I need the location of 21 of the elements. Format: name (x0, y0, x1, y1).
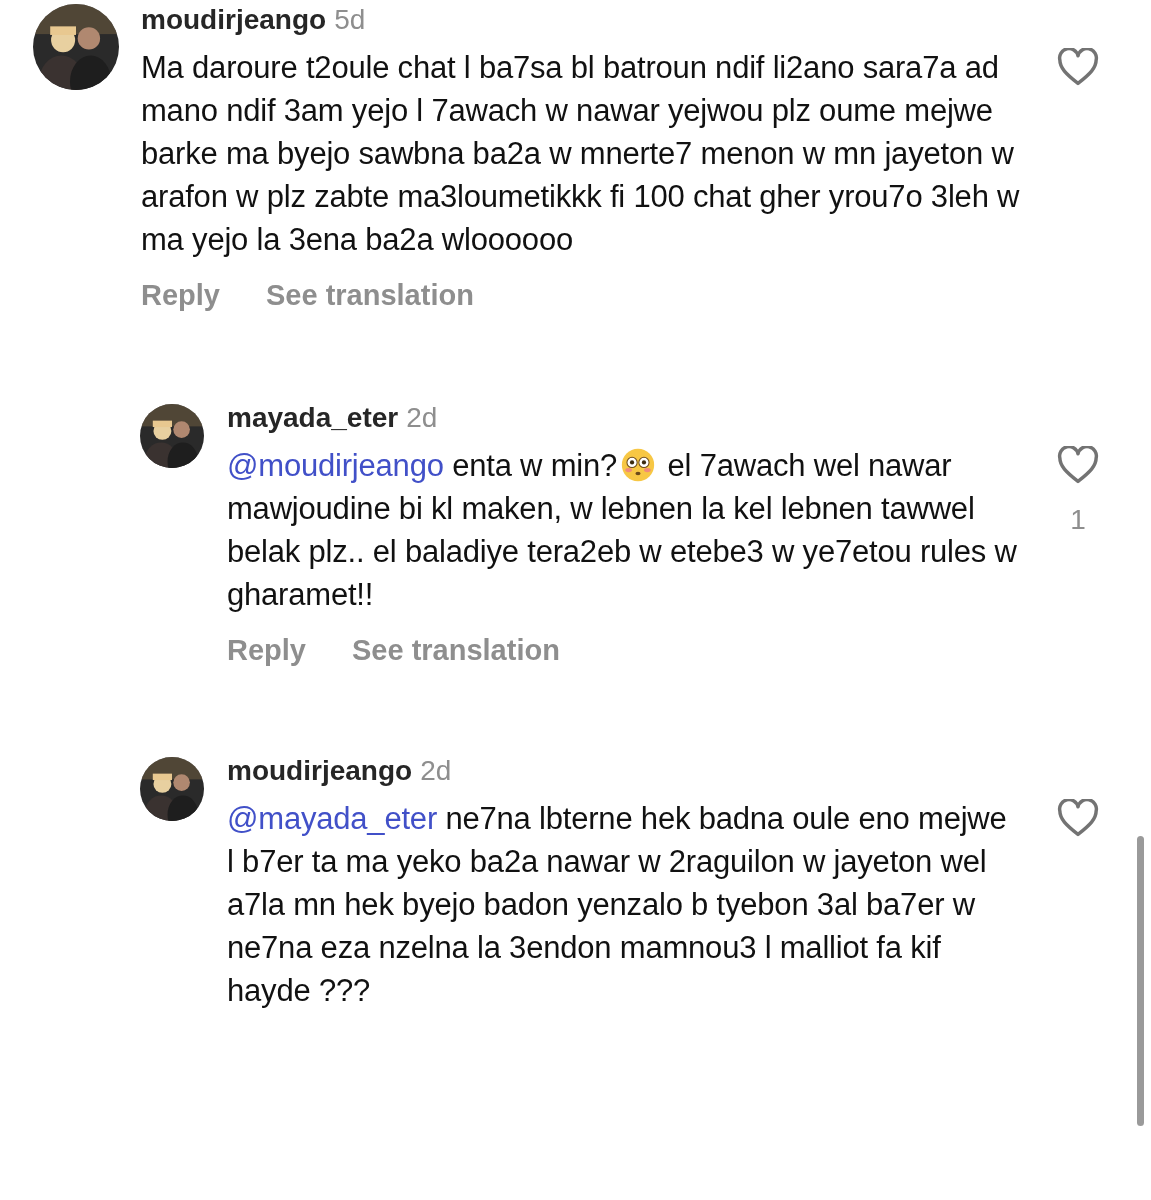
heart-icon[interactable] (1057, 48, 1099, 86)
mention-link[interactable]: @mayada_eter (227, 801, 437, 836)
mention-link[interactable]: @moudirjeango (227, 448, 444, 483)
timestamp: 2d (406, 402, 438, 434)
comment-text: @mayada_eter ne7na lbterne hek badna oule eno mejwe l b7er ta ma yeko ba2a nawar w 2raguilon w jayeton wel a7la mn hek byejo badon yenzalo b tyebon 3al ba7er w ne7na eza nzelna la 3endon mamnou3 l malliot fa kif hayde ??? (227, 800, 1008, 1010)
username[interactable]: moudirjeango (141, 4, 327, 36)
like-count: 1 (1070, 504, 1086, 536)
comment-text: Ma daroure t2oule chat l ba7sa bl batroun ndif li2ano sara7a ad mano ndif 3am yejo l 7awach w nawar yejwou plz oume mejwe barke ma byejo sawbna ba2a w mnerte7 menon w mn jayeton w arafon w plz zabte ma3loumetikkk fi 100 chat gher yrou7o 3leh w ma yejo la 3ena ba2a wloooooo (141, 49, 1021, 259)
see-translation-button[interactable]: See translation (352, 634, 560, 667)
heart-icon[interactable] (1057, 446, 1099, 484)
username[interactable]: mayada_eter (227, 402, 399, 434)
flushed-emoji-icon (621, 448, 656, 482)
heart-icon[interactable] (1057, 799, 1099, 837)
timestamp: 5d (334, 4, 366, 36)
scrollbar[interactable] (1137, 836, 1144, 1126)
reply-button[interactable]: Reply (141, 279, 220, 312)
see-translation-button[interactable]: See translation (266, 279, 474, 312)
reply-button[interactable]: Reply (227, 634, 306, 667)
timestamp: 2d (420, 755, 452, 787)
comment-text: @moudirjeango enta w min? el 7awach wel nawar mawjoudine bi kl maken, w lebnen la kel lebnen tawwel belak plz.. el baladiye tera2eb w etebe3 w ye7etou rules w gharamet!! (227, 447, 1017, 614)
username[interactable]: moudirjeango (227, 755, 413, 787)
